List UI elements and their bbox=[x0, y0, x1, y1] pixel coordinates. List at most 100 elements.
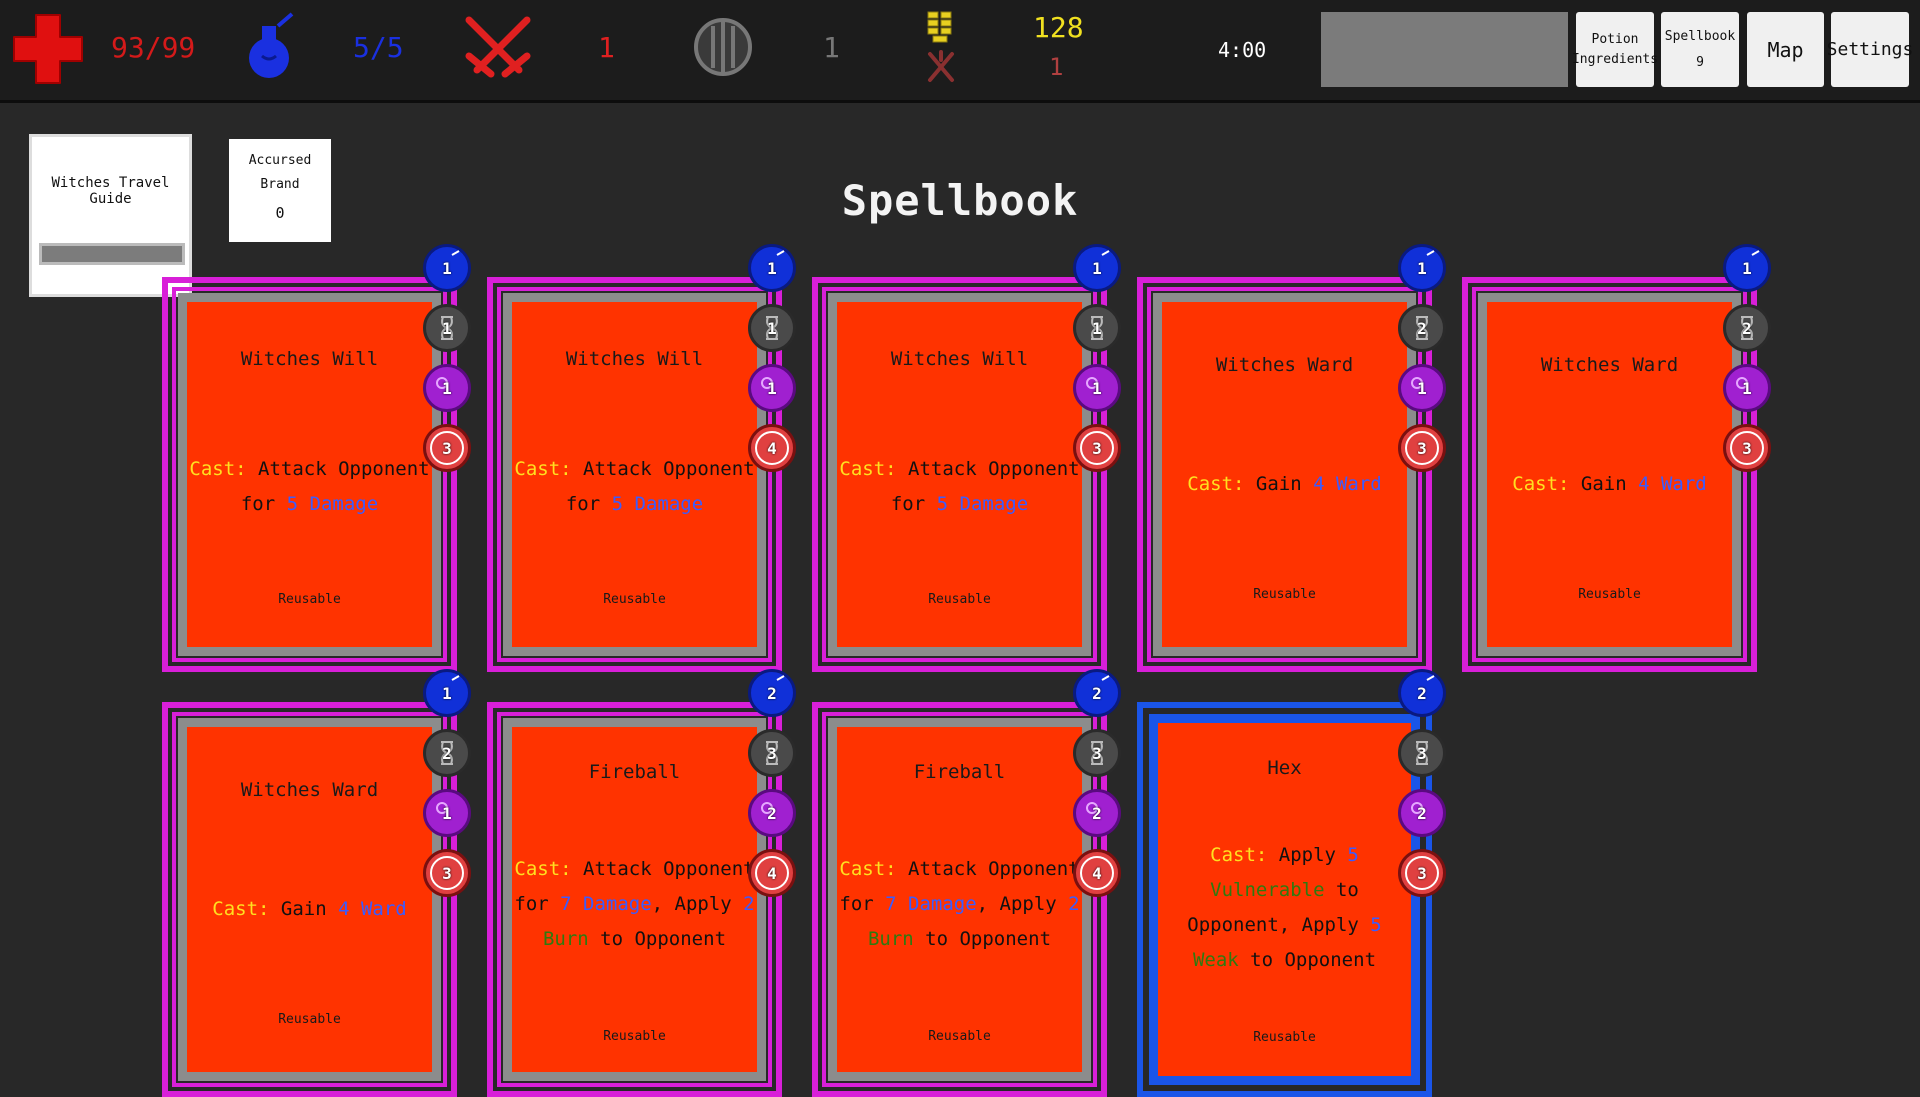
potion-ingredients-label-2: Ingredients bbox=[1571, 51, 1659, 67]
ignite-cost-badge: 3 bbox=[1398, 849, 1446, 897]
spell-card[interactable]: Hex Cast: Apply 5 Vulnerable to Opponent, A… bbox=[1137, 669, 1446, 1097]
card-face: Witches Ward Cast: Gain 4 Ward Reusable bbox=[1153, 293, 1416, 656]
card-name: Fireball bbox=[588, 761, 681, 783]
time-cost-badge: 3 bbox=[748, 729, 796, 777]
health-value: 93/99 bbox=[111, 31, 196, 64]
mana-cost-badge: 1 bbox=[1398, 244, 1446, 292]
card-footer: Reusable bbox=[603, 1029, 666, 1044]
ignite-cost-badge-value: 3 bbox=[442, 863, 452, 883]
card-description: Cast: Gain 4 Ward bbox=[187, 892, 432, 927]
card-description: Cast: Gain 4 Ward bbox=[1162, 467, 1407, 502]
time-cost-badge-value: 1 bbox=[1092, 318, 1102, 338]
keyword-green: Burn bbox=[867, 928, 914, 950]
gold-coins-icon bbox=[925, 10, 955, 44]
spellbook-label: Spellbook bbox=[1664, 28, 1736, 44]
ignite-cost-badge-value: 4 bbox=[1092, 863, 1102, 883]
hex-cost-badge-value: 1 bbox=[1742, 378, 1752, 398]
cast-keyword: Cast: bbox=[514, 458, 572, 480]
card-description: Cast: Attack Opponent for 5 Damage bbox=[837, 452, 1082, 522]
hex-cost-badge-value: 2 bbox=[1092, 803, 1102, 823]
cast-keyword: Cast: bbox=[839, 858, 897, 880]
mana-cost-badge: 1 bbox=[423, 669, 471, 717]
card-footer: Reusable bbox=[278, 592, 341, 607]
description-text: Apply bbox=[1267, 844, 1348, 866]
ignite-cost-badge-value: 3 bbox=[1417, 863, 1427, 883]
description-text: for bbox=[240, 493, 287, 515]
description-text: Attack Opponent bbox=[571, 458, 755, 480]
ignite-cost-badge-value: 4 bbox=[767, 863, 777, 883]
ignite-cost-badge: 3 bbox=[423, 849, 471, 897]
ignite-cost-badge: 4 bbox=[748, 849, 796, 897]
keyword-num: 7 Damage bbox=[560, 893, 652, 915]
mana-potion-icon bbox=[242, 12, 300, 84]
description-text: to Opponent bbox=[913, 928, 1052, 950]
mana-cost-badge-value: 2 bbox=[767, 683, 777, 703]
time-cost-badge: 1 bbox=[748, 304, 796, 352]
card-footer: Reusable bbox=[1253, 587, 1316, 602]
relic-charge-bar bbox=[39, 243, 185, 265]
card-footer: Reusable bbox=[928, 592, 991, 607]
spellbook-button[interactable]: Spellbook 9 bbox=[1661, 12, 1739, 87]
description-text: Gain bbox=[1569, 473, 1639, 495]
spell-card[interactable]: Fireball Cast: Attack Opponent for 7 Dama… bbox=[487, 669, 796, 1097]
enemy-skull-icon bbox=[926, 50, 956, 84]
hex-cost-badge: 1 bbox=[1398, 364, 1446, 412]
empty-slot bbox=[1321, 12, 1568, 87]
mana-cost-badge-value: 1 bbox=[442, 683, 452, 703]
top-status-bar: 93/99 5/5 1 1 128 1 4:00 Potion Ingredie… bbox=[0, 0, 1920, 103]
map-label: Map bbox=[1767, 37, 1804, 62]
keyword-num: 2 bbox=[1068, 893, 1080, 915]
ignite-cost-badge-value: 3 bbox=[1417, 438, 1427, 458]
keyword-num: 4 Ward bbox=[338, 898, 407, 920]
card-face: Witches Will Cast: Attack Opponent for 5 … bbox=[828, 293, 1091, 656]
hex-cost-badge-value: 1 bbox=[442, 378, 452, 398]
spell-card[interactable]: Witches Will Cast: Attack Opponent for 5 … bbox=[812, 244, 1121, 672]
card-footer: Reusable bbox=[1253, 1030, 1316, 1045]
card-footer: Reusable bbox=[928, 1029, 991, 1044]
potion-ingredients-button[interactable]: Potion Ingredients bbox=[1572, 12, 1658, 87]
description-text: for bbox=[839, 893, 886, 915]
card-name: Witches Ward bbox=[1540, 354, 1679, 376]
card-description: Cast: Gain 4 Ward bbox=[1487, 467, 1732, 502]
keyword-green: Weak bbox=[1192, 949, 1239, 971]
hex-cost-badge-value: 1 bbox=[767, 378, 777, 398]
spell-card[interactable]: Witches Will Cast: Attack Opponent for 5 … bbox=[487, 244, 796, 672]
description-text: to Opponent bbox=[588, 928, 727, 950]
mana-cost-badge: 1 bbox=[748, 244, 796, 292]
mana-cost-badge: 1 bbox=[423, 244, 471, 292]
hex-cost-badge-value: 1 bbox=[1092, 378, 1102, 398]
card-face: Fireball Cast: Attack Opponent for 7 Dama… bbox=[828, 718, 1091, 1081]
card-face: Witches Ward Cast: Gain 4 Ward Reusable bbox=[1478, 293, 1741, 656]
card-name: Witches Will bbox=[240, 348, 379, 370]
spell-card[interactable]: Witches Ward Cast: Gain 4 Ward Reusable 1 2 1… bbox=[1462, 244, 1771, 672]
description-text: , Apply bbox=[976, 893, 1069, 915]
settings-label: Settings bbox=[1826, 39, 1914, 60]
card-face: Witches Will Cast: Attack Opponent for 5 … bbox=[503, 293, 766, 656]
spell-card[interactable]: Fireball Cast: Attack Opponent for 7 Dama… bbox=[812, 669, 1121, 1097]
description-text: Gain bbox=[1244, 473, 1314, 495]
relic-name-line1: Accursed bbox=[248, 153, 312, 168]
hex-cost-badge: 2 bbox=[1398, 789, 1446, 837]
turn-timer: 4:00 bbox=[1218, 38, 1267, 62]
keyword-num: 5 bbox=[1347, 844, 1359, 866]
mana-cost-badge-value: 1 bbox=[1092, 258, 1102, 278]
card-footer: Reusable bbox=[603, 592, 666, 607]
description-text: to bbox=[1324, 879, 1359, 901]
cast-keyword: Cast: bbox=[189, 458, 247, 480]
map-button[interactable]: Map bbox=[1747, 12, 1824, 87]
card-face: Witches Will Cast: Attack Opponent for 5 … bbox=[178, 293, 441, 656]
spell-card[interactable]: Witches Ward Cast: Gain 4 Ward Reusable 1 2 1… bbox=[162, 669, 471, 1097]
health-cross-icon bbox=[12, 13, 84, 85]
mana-cost-badge-value: 2 bbox=[1092, 683, 1102, 703]
keyword-num: 4 Ward bbox=[1638, 473, 1707, 495]
card-description: Cast: Attack Opponent for 5 Damage bbox=[512, 452, 757, 522]
description-text: Attack Opponent bbox=[571, 858, 755, 880]
time-cost-badge: 1 bbox=[423, 304, 471, 352]
spell-card[interactable]: Witches Will Cast: Attack Opponent for 5 … bbox=[162, 244, 471, 672]
description-text: Attack Opponent bbox=[246, 458, 430, 480]
settings-button[interactable]: Settings bbox=[1827, 12, 1913, 87]
ignite-cost-badge-value: 3 bbox=[442, 438, 452, 458]
time-cost-badge-value: 1 bbox=[442, 318, 452, 338]
time-cost-badge: 2 bbox=[423, 729, 471, 777]
spell-card[interactable]: Witches Ward Cast: Gain 4 Ward Reusable 1 2 1… bbox=[1137, 244, 1446, 672]
